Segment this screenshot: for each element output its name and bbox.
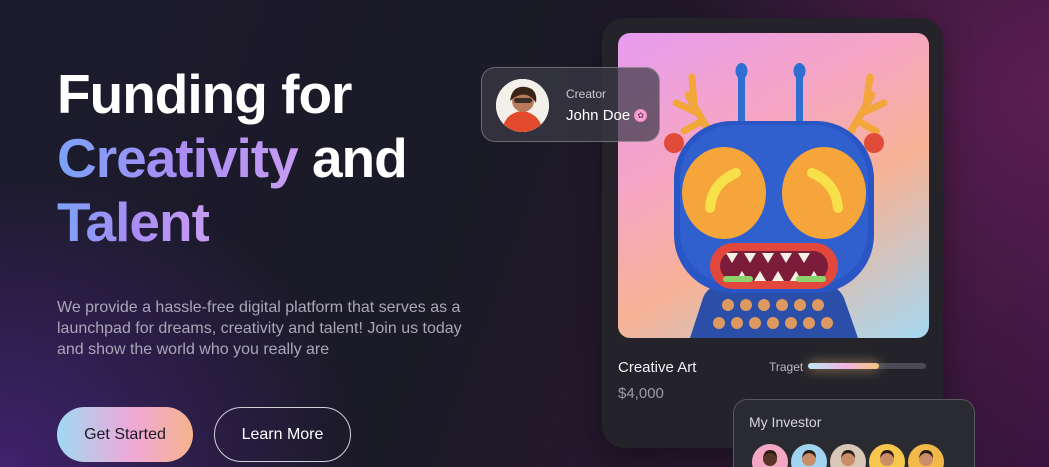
target-progress-bar <box>808 363 926 369</box>
creator-card[interactable]: Creator John Doe ✿ <box>481 67 660 142</box>
creator-avatar[interactable] <box>496 79 549 132</box>
investor-avatar[interactable] <box>828 442 868 467</box>
hero-section: Funding for Creativity and Talent We pro… <box>0 0 1049 467</box>
investor-avatar-list <box>750 442 946 467</box>
artwork-price: $4,000 <box>618 385 664 402</box>
hero-title-line1: Funding for <box>57 63 352 125</box>
investor-avatar[interactable] <box>867 442 907 467</box>
target-label: Traget <box>769 360 804 374</box>
creator-avatar-image <box>496 79 549 132</box>
hero-title-highlight-creativity: Creativity <box>57 127 299 189</box>
monster-illustration <box>664 63 888 338</box>
creator-name[interactable]: John Doe ✿ <box>566 107 648 124</box>
hero-title: Funding for Creativity and Talent <box>57 62 408 254</box>
hero-description: We provide a hassle-free digital platfor… <box>57 299 462 358</box>
artwork-name: Creative Art <box>618 359 697 376</box>
target-progress-fill <box>808 363 879 369</box>
hero-title-and: and <box>297 127 408 189</box>
get-started-button[interactable]: Get Started <box>57 407 193 462</box>
creator-label: Creator <box>566 87 607 101</box>
investor-avatar[interactable] <box>750 442 790 467</box>
hero-title-highlight-talent: Talent <box>57 191 210 253</box>
verified-badge-icon: ✿ <box>634 109 648 122</box>
investor-card[interactable]: My Investor <box>733 399 975 467</box>
investor-title: My Investor <box>749 414 822 430</box>
investor-avatar[interactable] <box>789 442 829 467</box>
artwork-image[interactable] <box>618 33 929 338</box>
investor-avatar[interactable] <box>906 442 946 467</box>
learn-more-button[interactable]: Learn More <box>214 407 351 462</box>
creator-name-text: John Doe <box>566 107 631 124</box>
